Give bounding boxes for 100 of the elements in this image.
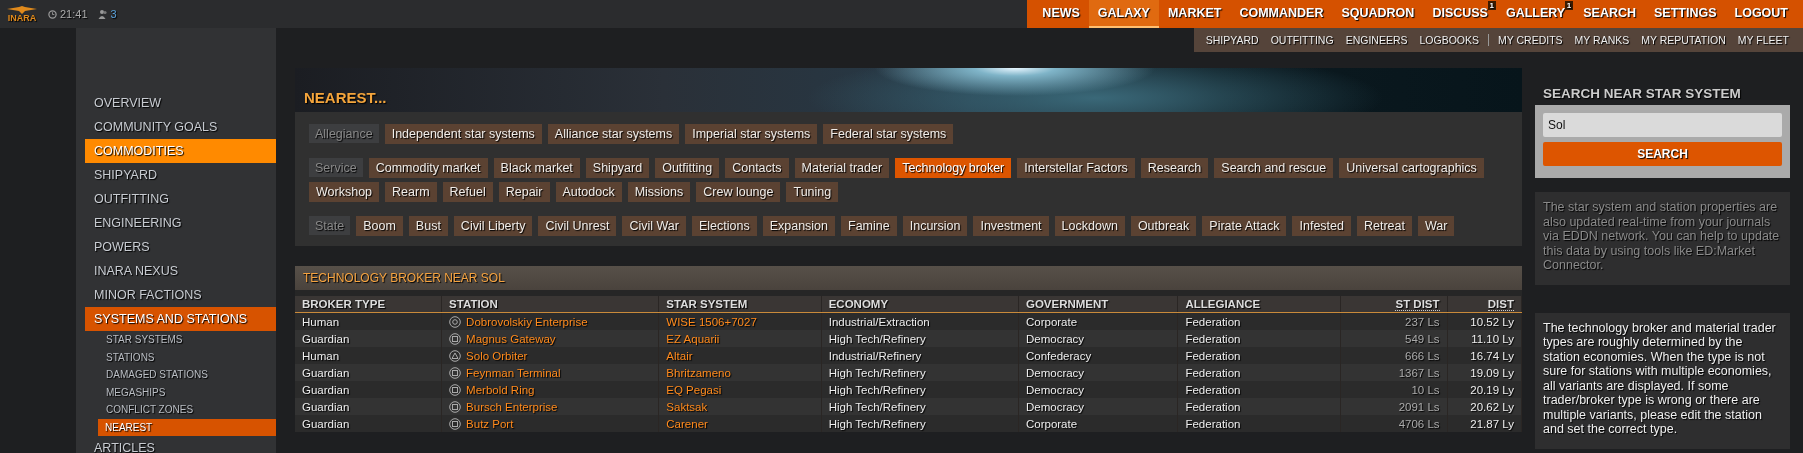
sub-nav-link[interactable]: ENGINEERS	[1339, 34, 1414, 46]
table-cell: 666 Ls	[1340, 347, 1448, 364]
table-title: TECHNOLOGY BROKER NEAR SOL	[295, 266, 1522, 290]
table-cell: Federation	[1177, 381, 1341, 398]
filter-chip[interactable]: War	[1417, 216, 1455, 236]
sub-nav-link[interactable]: LOGBOOKS	[1413, 34, 1485, 46]
sidebar-item[interactable]: OVERVIEW	[85, 91, 276, 115]
sidebar-item[interactable]: MINOR FACTIONS	[85, 283, 276, 307]
sub-nav-link[interactable]: MY CREDITS	[1492, 34, 1569, 46]
column-header[interactable]: STAR SYSTEM	[658, 296, 822, 313]
sub-nav-link[interactable]: MY RANKS	[1568, 34, 1636, 46]
filter-chip[interactable]: Elections	[691, 216, 757, 236]
nav-link[interactable]: LOGOUT	[1725, 0, 1797, 28]
sidebar-item[interactable]: INARA NEXUS	[85, 259, 276, 283]
search-button[interactable]: SEARCH	[1543, 142, 1782, 166]
filter-chip[interactable]: Outfitting	[655, 158, 720, 178]
filter-chip[interactable]: Autodock	[555, 182, 622, 202]
filter-chip[interactable]: Shipyard	[585, 158, 650, 178]
sidebar-item[interactable]: SHIPYARD	[85, 163, 276, 187]
sidebar-item[interactable]: ENGINEERING	[85, 211, 276, 235]
sidebar-subitem[interactable]: STATIONS	[99, 348, 276, 366]
filter-chip[interactable]: Material trader	[794, 158, 890, 178]
filter-chip[interactable]: Universal cartographics	[1339, 158, 1484, 178]
column-header[interactable]: STATION	[441, 296, 659, 313]
filter-chip[interactable]: Interstellar Factors	[1017, 158, 1135, 178]
filter-chip[interactable]: Incursion	[902, 216, 968, 236]
clock-time: 21:41	[60, 8, 88, 20]
nav-link[interactable]: SEARCH	[1574, 0, 1645, 28]
column-header[interactable]: ALLEGIANCE	[1177, 296, 1341, 313]
column-header[interactable]: BROKER TYPE	[295, 296, 442, 313]
filter-chip[interactable]: Rearm	[385, 182, 437, 202]
column-header[interactable]: ECONOMY	[821, 296, 1019, 313]
filter-chip[interactable]: Lockdown	[1054, 216, 1125, 236]
filter-chip[interactable]: Expansion	[762, 216, 835, 236]
sidebar-item[interactable]: COMMUNITY GOALS	[85, 115, 276, 139]
column-header[interactable]: GOVERNMENT	[1018, 296, 1178, 313]
star-system-field[interactable]: Sol	[1543, 113, 1782, 137]
star-system-link[interactable]: Carener	[666, 417, 708, 430]
sidebar-item[interactable]: POWERS	[85, 235, 276, 259]
filter-chip[interactable]: Research	[1140, 158, 1209, 178]
filter-chip[interactable]: Civil Liberty	[453, 216, 533, 236]
filter-chip[interactable]: Workshop	[309, 182, 380, 202]
star-system-link[interactable]: Saktsak	[666, 400, 708, 413]
sidebar-item[interactable]: SYSTEMS AND STATIONS	[85, 307, 276, 331]
table-cell: 21.87 Ly	[1447, 415, 1522, 432]
filter-chip[interactable]: Contacts	[725, 158, 789, 178]
sidebar-subitem[interactable]: CONFLICT ZONES	[99, 401, 276, 419]
filter-chip[interactable]: Black market	[493, 158, 580, 178]
sidebar-subitem[interactable]: NEAREST	[98, 418, 276, 436]
logo-icon[interactable]	[7, 5, 37, 14]
filter-chip[interactable]: Tuning	[786, 182, 839, 202]
nav-link[interactable]: SETTINGS	[1645, 0, 1726, 28]
filter-chip[interactable]: Retreat	[1356, 216, 1412, 236]
filter-chip[interactable]: Missions	[627, 182, 691, 202]
table-cell: Democracy	[1018, 381, 1178, 398]
filter-chip[interactable]: Pirate Attack	[1202, 216, 1287, 236]
filter-chip[interactable]: Repair	[498, 182, 550, 202]
sub-nav-link[interactable]: OUTFITTING	[1264, 34, 1340, 46]
nav-link[interactable]: SQUADRON	[1332, 0, 1424, 28]
filter-chip[interactable]: Civil War	[622, 216, 686, 236]
filter-chip[interactable]: Infested	[1292, 216, 1351, 236]
sidebar-item[interactable]: OUTFITTING	[85, 187, 276, 211]
table-cell: Federation	[1177, 364, 1341, 381]
filter-chip[interactable]: Investment	[973, 216, 1049, 236]
sidebar-subitem[interactable]: STAR SYSTEMS	[99, 331, 276, 349]
star-system-link[interactable]: Altair	[666, 349, 693, 362]
filter-chip[interactable]: Alliance star systems	[547, 124, 680, 144]
table-cell: Federation	[1177, 330, 1341, 347]
filter-chip[interactable]: Technology broker	[895, 158, 1012, 178]
table-cell: Federation	[1177, 415, 1341, 432]
filter-chip[interactable]: Boom	[356, 216, 403, 236]
sub-nav-link[interactable]: SHIPYARD	[1199, 34, 1265, 46]
filter-chip[interactable]: Federal star systems	[823, 124, 954, 144]
filter-chip[interactable]: Commodity market	[368, 158, 488, 178]
filter-label: Service	[309, 158, 363, 177]
sub-nav-link[interactable]: MY FLEET	[1731, 34, 1795, 46]
nav-link[interactable]: COMMANDER	[1230, 0, 1333, 28]
station-icon	[449, 315, 462, 328]
sub-nav-link[interactable]: MY REPUTATION	[1635, 34, 1732, 46]
filter-chip[interactable]: Crew lounge	[696, 182, 781, 202]
station-link[interactable]: Butz Port	[466, 417, 514, 430]
filter-chip[interactable]: Refuel	[442, 182, 493, 202]
sidebar-item[interactable]: ARTICLES	[85, 436, 276, 453]
column-header[interactable]: DIST	[1447, 296, 1522, 313]
info-note: The star system and station properties are also updated real-time from your journals via EDDN network. You can help to update this data by using tools like ED:Market Connector.	[1535, 192, 1790, 285]
sidebar-subitem[interactable]: MEGASHIPS	[99, 383, 276, 401]
filter-chip[interactable]: Independent star systems	[384, 124, 542, 144]
filter-chip[interactable]: Outbreak	[1130, 216, 1197, 236]
table-cell: High Tech/Refinery	[821, 415, 1019, 432]
nav-link[interactable]: MARKET	[1158, 0, 1231, 28]
nav-link[interactable]: NEWS	[1033, 0, 1089, 28]
filter-chip[interactable]: Imperial star systems	[685, 124, 818, 144]
table-cell: High Tech/Refinery	[821, 381, 1019, 398]
filter-chip[interactable]: Bust	[408, 216, 448, 236]
column-header[interactable]: ST DIST	[1340, 296, 1448, 313]
sidebar-subitem[interactable]: DAMAGED STATIONS	[99, 366, 276, 384]
filter-chip[interactable]: Search and rescue	[1214, 158, 1334, 178]
filter-chip[interactable]: Civil Unrest	[538, 216, 617, 236]
filter-chip[interactable]: Famine	[841, 216, 897, 236]
page-title: NEAREST...	[304, 89, 387, 106]
